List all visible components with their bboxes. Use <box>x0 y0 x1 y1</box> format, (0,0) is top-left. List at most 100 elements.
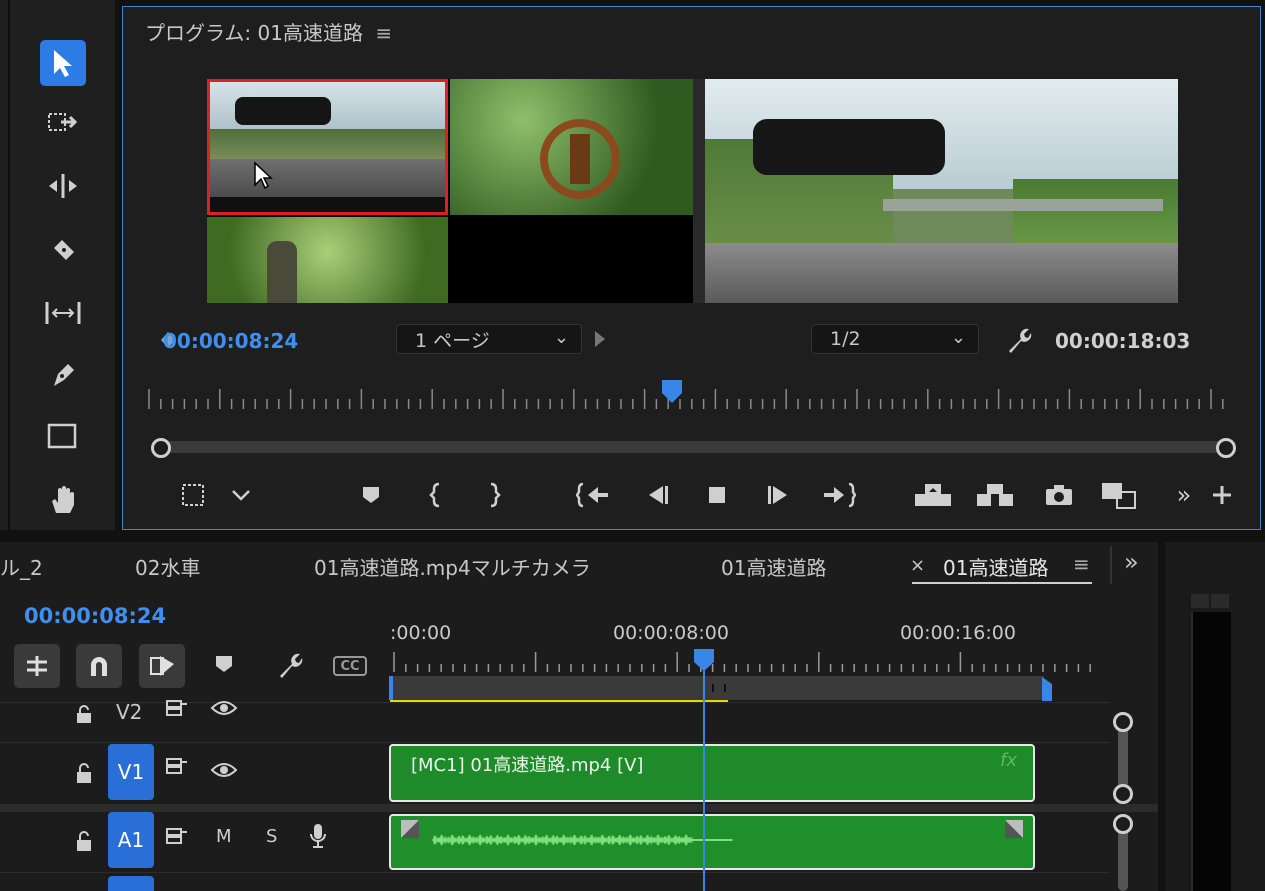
eye-icon[interactable] <box>210 760 238 785</box>
lock-icon[interactable] <box>74 704 94 730</box>
audio-waveform <box>432 834 733 846</box>
razor-icon[interactable] <box>40 226 86 272</box>
track-name-a1: A1 <box>117 828 145 852</box>
comparison-view-icon[interactable] <box>1097 477 1141 513</box>
pen-icon[interactable] <box>40 352 86 398</box>
step-forward-icon[interactable] <box>761 477 797 513</box>
mute-button[interactable]: M <box>216 826 232 847</box>
playhead-icon[interactable] <box>661 379 683 405</box>
tab-water-wheel[interactable]: 02水車 <box>135 552 200 581</box>
playhead-line <box>703 666 705 891</box>
mark-in-icon[interactable] <box>421 477 451 513</box>
program-output-video <box>693 79 1178 303</box>
timeline-settings-wrench-icon[interactable] <box>274 650 304 686</box>
stop-icon[interactable] <box>699 477 735 513</box>
work-area-start-handle[interactable] <box>389 676 393 700</box>
work-area-grip[interactable] <box>712 684 726 692</box>
extract-icon[interactable] <box>973 477 1017 513</box>
current-timecode[interactable]: 00:00:08:24 <box>163 329 298 353</box>
track-target-v1[interactable]: V1 <box>108 744 154 800</box>
track-target-a1[interactable]: A1 <box>108 812 154 868</box>
track-name-v1: V1 <box>117 760 145 784</box>
microphone-icon[interactable] <box>308 822 328 856</box>
tab-menu-icon[interactable]: ≡ <box>1073 552 1090 576</box>
meter-bars <box>1191 612 1231 891</box>
camera-angle-3[interactable] <box>207 217 448 303</box>
lift-icon[interactable] <box>911 477 955 513</box>
scroll-handle-bottom[interactable] <box>1113 784 1133 804</box>
lock-icon[interactable] <box>74 762 94 790</box>
captions-cc-icon[interactable]: CC <box>333 656 367 676</box>
tab-highway[interactable]: 01高速道路 <box>721 552 826 581</box>
resolution-dropdown-value: 1/2 <box>830 328 861 350</box>
camera-angle-4[interactable] <box>450 217 693 303</box>
resolution-dropdown[interactable]: 1/2 ⌄ <box>811 324 979 354</box>
fx-badge-icon: fx <box>1000 750 1017 771</box>
step-back-icon[interactable] <box>639 477 675 513</box>
wrench-icon[interactable] <box>1003 325 1033 355</box>
timeline-panel: ル_2 02水車 01高速道路.mp4マルチカメラ 01高速道路 × 01高速道… <box>0 542 1158 891</box>
mark-out-icon[interactable] <box>479 477 509 513</box>
camera-angle-2[interactable] <box>450 79 693 215</box>
sync-lock-icon[interactable] <box>165 756 189 782</box>
close-tab-icon[interactable]: × <box>910 555 925 576</box>
more-tabs-icon[interactable]: » <box>1124 548 1139 576</box>
tab-sequence-2[interactable]: ル_2 <box>0 552 43 581</box>
go-to-out-icon[interactable] <box>819 477 859 513</box>
meter-peak-left <box>1191 594 1209 608</box>
ruler-label-8s: 00:00:08:00 <box>613 622 729 644</box>
meter-peak-right <box>1211 594 1229 608</box>
add-marker-icon[interactable] <box>353 477 389 513</box>
go-to-in-icon[interactable] <box>573 477 613 513</box>
fade-out-handle-icon[interactable] <box>1005 820 1023 838</box>
lock-icon[interactable] <box>74 830 94 858</box>
selection-tool-icon[interactable] <box>40 40 86 86</box>
video-clip[interactable]: [MC1] 01高速道路.mp4 [V] fx <box>389 744 1035 802</box>
tab-highway-active[interactable]: 01高速道路 <box>943 552 1048 581</box>
add-marker-icon[interactable] <box>214 654 234 680</box>
eye-icon[interactable] <box>210 698 238 723</box>
audio-meters-panel <box>1165 542 1265 891</box>
ruler-label-16s: 00:00:16:00 <box>900 622 1016 644</box>
selected-angle-outline <box>207 79 448 215</box>
monitor-title: プログラム: 01高速道路 <box>145 21 363 45</box>
track-divider <box>0 872 1110 873</box>
zoom-handle-right[interactable] <box>1216 438 1236 458</box>
monitor-title-wrap: プログラム: 01高速道路 ≡ <box>145 17 392 46</box>
next-page-icon[interactable] <box>593 329 607 349</box>
track-select-forward-icon[interactable] <box>40 100 86 146</box>
safe-margins-icon[interactable] <box>175 477 211 513</box>
work-area-end-handle[interactable] <box>1041 676 1053 702</box>
slip-icon[interactable] <box>40 290 86 336</box>
zoom-scrollbar[interactable] <box>157 441 1227 453</box>
panel-menu-icon[interactable]: ≡ <box>375 21 392 45</box>
rectangle-icon[interactable] <box>40 414 86 460</box>
scroll-handle-top[interactable] <box>1113 712 1133 732</box>
monitor-time-ruler[interactable] <box>143 379 1233 411</box>
linked-selection-icon[interactable] <box>139 644 185 688</box>
hand-icon[interactable] <box>40 476 86 522</box>
sync-lock-icon[interactable] <box>165 698 189 724</box>
active-tab-underline <box>912 582 1092 584</box>
ripple-edit-icon[interactable] <box>40 163 86 209</box>
zoom-handle-left[interactable] <box>151 438 171 458</box>
tools-panel <box>0 0 115 530</box>
track-target-a2-partial[interactable] <box>108 876 154 891</box>
add-button-icon[interactable] <box>1207 477 1237 513</box>
video-audio-divider <box>0 804 1158 812</box>
page-dropdown-value: 1 ページ <box>415 329 490 352</box>
audio-clip[interactable] <box>389 814 1035 870</box>
fade-in-handle-icon[interactable] <box>401 820 419 838</box>
page-dropdown[interactable]: 1 ページ ⌄ <box>396 324 582 354</box>
export-frame-icon[interactable] <box>1039 477 1079 513</box>
tab-multicam[interactable]: 01高速道路.mp4マルチカメラ <box>314 552 591 581</box>
snap-magnet-icon[interactable] <box>76 644 122 688</box>
scroll-handle-top[interactable] <box>1113 814 1133 834</box>
timeline-ruler-ticks[interactable] <box>388 650 1108 674</box>
solo-button[interactable]: S <box>266 826 277 847</box>
more-controls-icon[interactable]: » <box>1169 477 1199 513</box>
timeline-timecode[interactable]: 00:00:08:24 <box>24 604 166 628</box>
chevron-down-icon[interactable] <box>223 477 259 513</box>
sync-lock-icon[interactable] <box>165 826 189 852</box>
insert-nest-icon[interactable] <box>14 644 60 688</box>
